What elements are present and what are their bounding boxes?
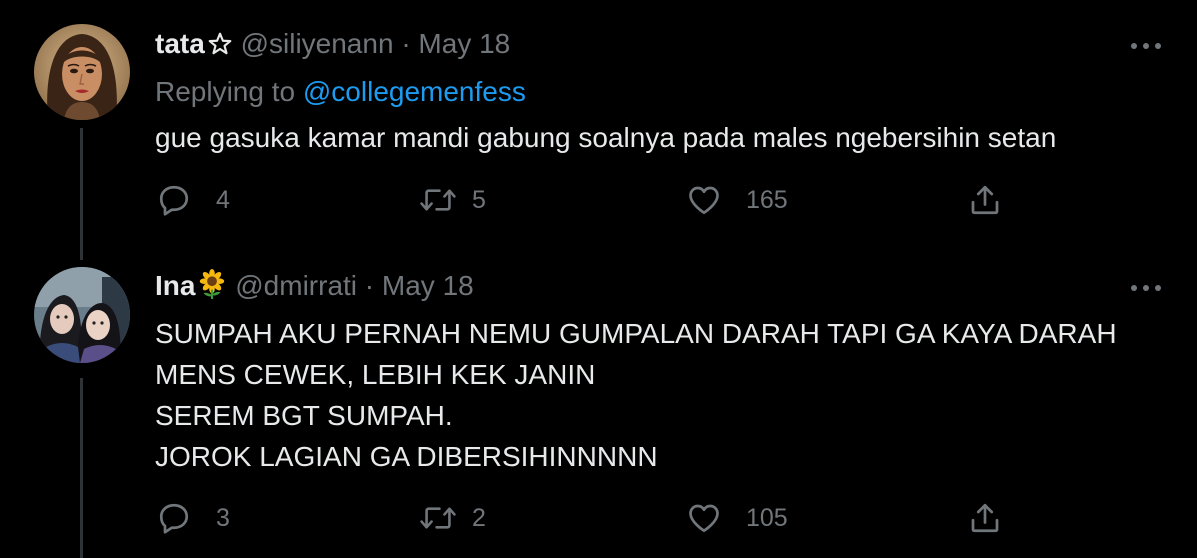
retweet-arrows-icon [420,189,456,211]
separator-dot: · [401,28,411,59]
avatar[interactable] [34,267,130,363]
speech-bubble-icon [159,185,189,216]
display-name[interactable]: Ina [155,270,195,301]
avatar[interactable] [34,24,130,120]
heart-outline-icon [689,186,719,215]
tweet-text-line: JOROK LAGIAN GA DIBERSIHINNNNN [155,441,658,472]
more-options-button[interactable] [1128,36,1164,56]
reply-count: 3 [216,503,230,532]
tweet-action-bar: 3 2 105 [0,498,1197,538]
tweet[interactable]: tata @siliyenann · May 18 Replying to @c… [0,0,1197,250]
share-upload-icon [971,185,999,215]
retweet-arrows-icon [420,507,456,529]
reply-count: 4 [216,185,230,214]
speech-bubble-icon [159,503,189,534]
retweet-count: 2 [472,503,486,532]
tweet-date[interactable]: May 18 [418,28,510,59]
tweet-text: SUMPAH AKU PERNAH NEMU GUMPALAN DARAH TA… [155,313,1117,477]
tweet-text-line: MENS CEWEK, LEBIH KEK JANIN [155,359,596,390]
replying-to-label: Replying to [155,76,296,107]
tweet-header: tata @siliyenann · May 18 [155,27,510,65]
retweet-button[interactable]: 5 [418,180,486,220]
reply-button[interactable]: 4 [156,180,230,220]
like-button[interactable]: 105 [686,498,788,538]
like-count: 105 [746,503,788,532]
tweet-date[interactable]: May 18 [382,270,474,301]
tweet[interactable]: Ina @dmirrati · May 18 SUMPAH AKU PERNAH… [0,250,1197,558]
share-upload-icon [971,503,999,533]
more-options-button[interactable] [1128,278,1164,298]
tweet-text: gue gasuka kamar mandi gabung soalnya pa… [155,117,1056,158]
sunflower-icon [197,269,227,307]
display-name[interactable]: tata [155,28,205,59]
retweet-button[interactable]: 2 [418,498,486,538]
like-count: 165 [746,185,788,214]
replying-to-mention-link[interactable]: @collegemenfess [303,76,526,107]
user-handle[interactable]: @dmirrati [235,270,357,301]
share-button[interactable] [967,180,1003,220]
three-dots-icon [1131,285,1161,291]
three-dots-icon [1131,43,1161,49]
avatar-photo-image [34,267,130,363]
tweet-text-line: SEREM BGT SUMPAH. [155,400,453,431]
tweet-text-line: SUMPAH AKU PERNAH NEMU GUMPALAN DARAH TA… [155,318,1117,349]
heart-outline-icon [689,504,719,533]
tweet-header: Ina @dmirrati · May 18 [155,269,474,307]
reply-button[interactable]: 3 [156,498,230,538]
replying-to: Replying to @collegemenfess [155,75,526,109]
retweet-count: 5 [472,185,486,214]
star-outline-icon [207,31,233,65]
tweet-text-line: gue gasuka kamar mandi gabung soalnya pa… [155,122,1057,153]
separator-dot: · [364,270,375,301]
tweet-action-bar: 4 5 165 [0,180,1197,220]
user-handle[interactable]: @siliyenann [241,28,394,59]
avatar-painting-image [34,24,130,120]
like-button[interactable]: 165 [686,180,788,220]
share-button[interactable] [967,498,1003,538]
